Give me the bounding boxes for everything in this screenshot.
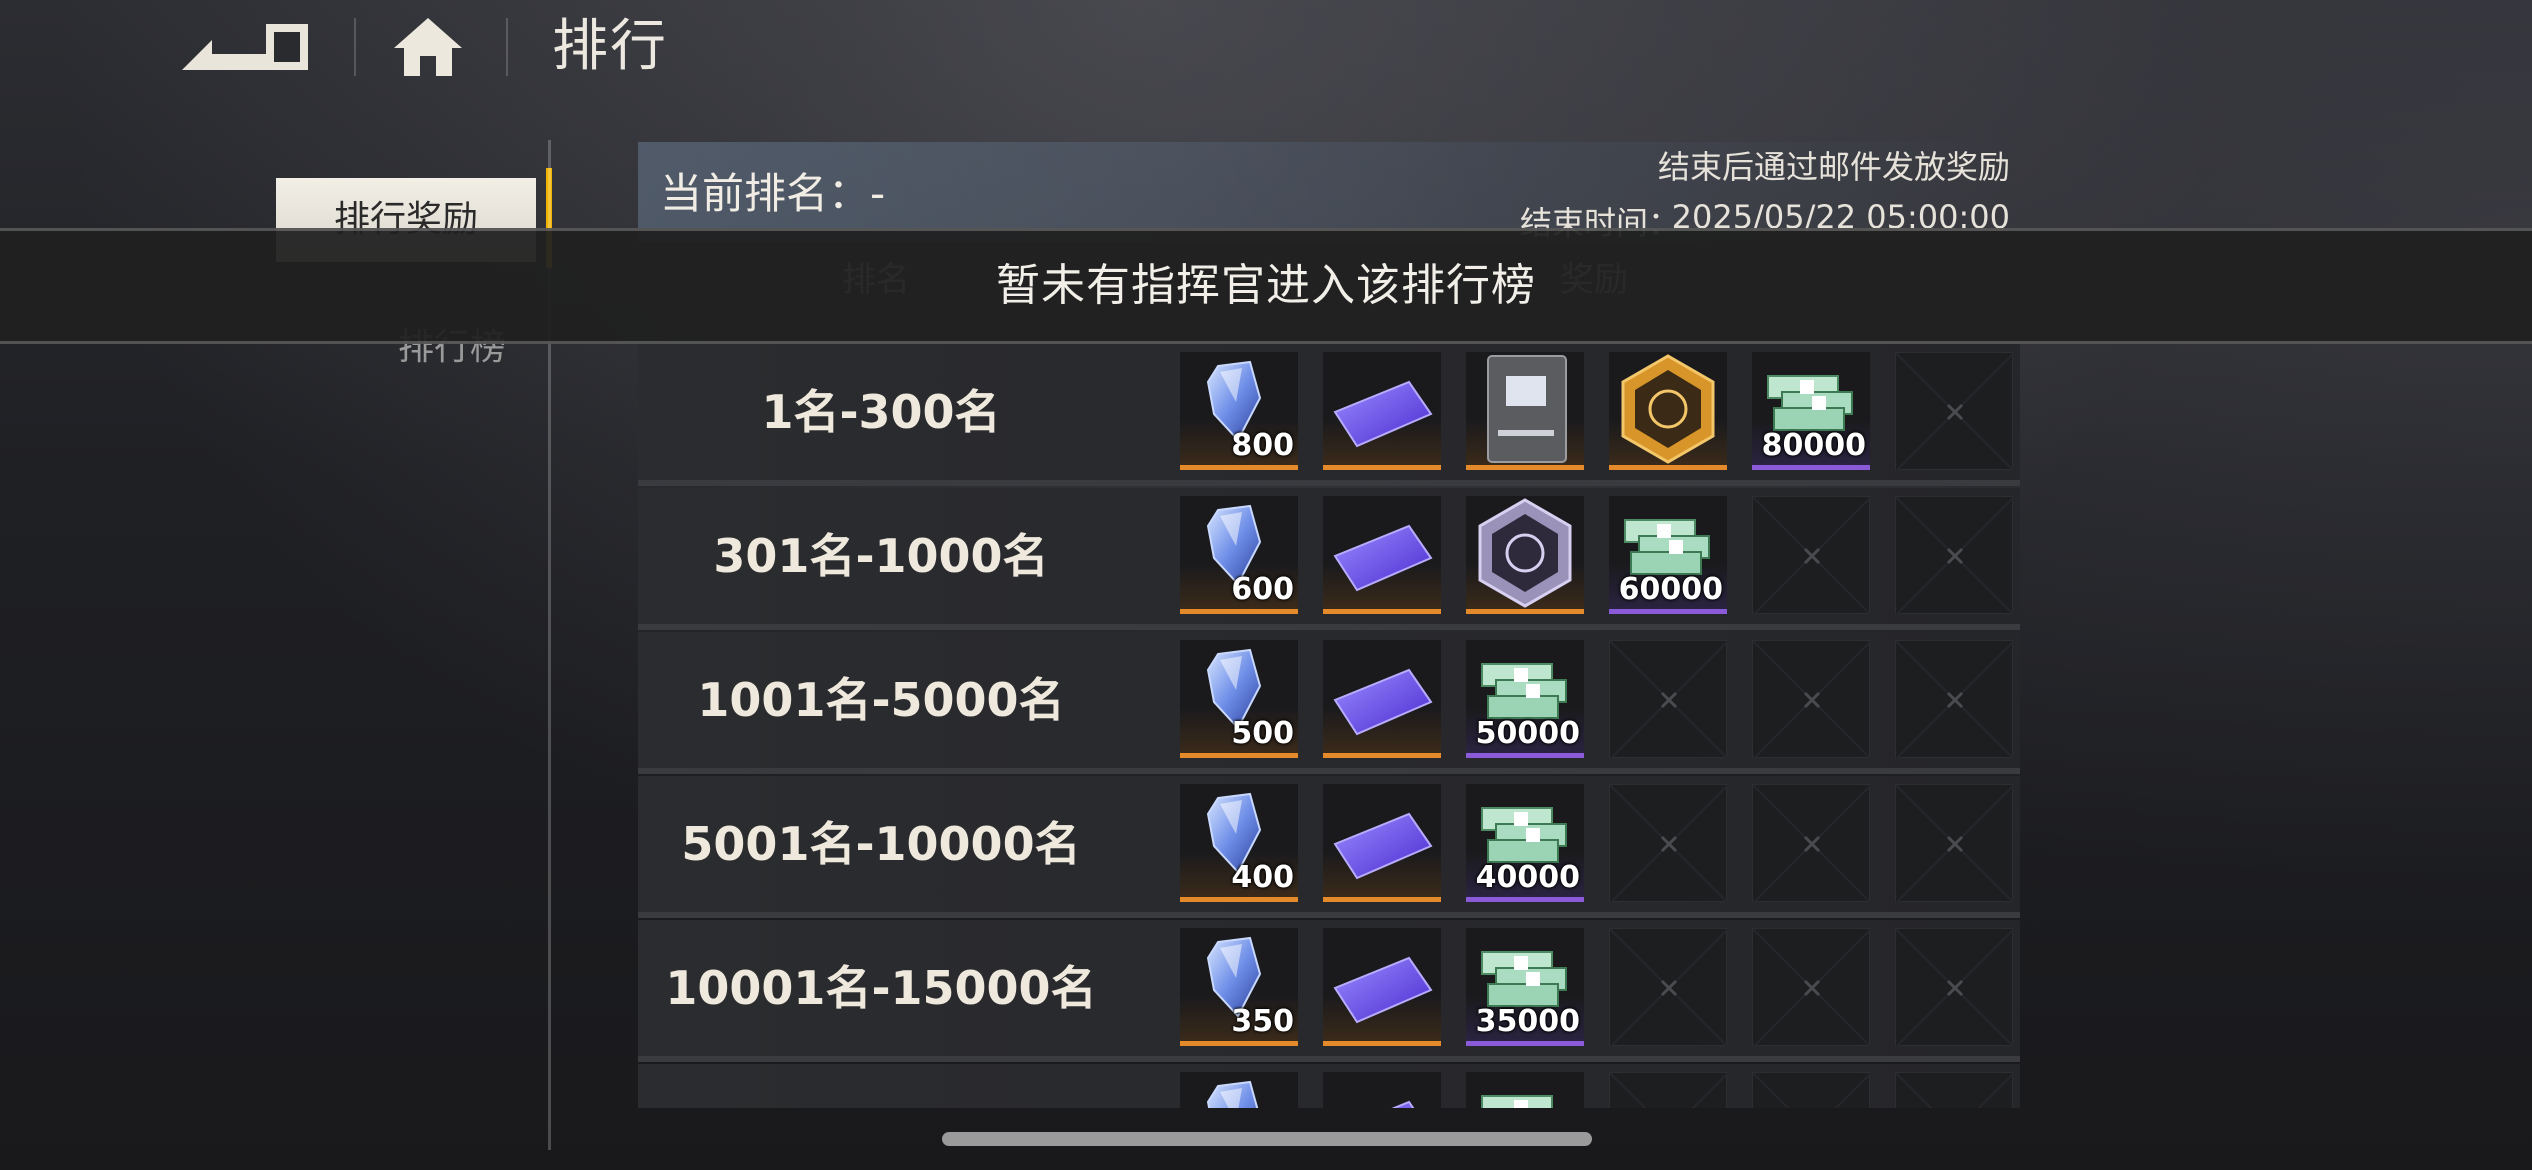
empty-reward-slot [1895, 928, 2014, 1047]
reward-item[interactable]: 50000 [1466, 640, 1584, 758]
reward-item[interactable]: 40000 [1466, 784, 1584, 902]
reward-row: 5001名-10000名 400 40000 [638, 776, 2020, 918]
reward-quantity: 800 [1231, 428, 1294, 463]
empty-reward-slot [1895, 496, 2014, 615]
topbar-divider [354, 18, 356, 76]
reward-item[interactable] [1466, 1072, 1584, 1108]
reward-item[interactable] [1466, 352, 1584, 470]
rank-range-label: 15000名-前30% [638, 1064, 1124, 1108]
reward-row: 15000名-前30% [638, 1064, 2020, 1108]
rank-range-label: 1001名-5000名 [697, 673, 1065, 727]
reward-quantity: 500 [1231, 716, 1294, 751]
page-title: 排行 [552, 14, 668, 79]
rank-range-label: 10001名-15000名 [665, 961, 1097, 1015]
empty-reward-slot [1752, 784, 1871, 903]
empty-reward-slot [1752, 640, 1871, 759]
reward-item[interactable]: 80000 [1752, 352, 1870, 470]
topbar-divider [506, 18, 508, 76]
empty-reward-slot [1895, 352, 2014, 471]
reward-item[interactable] [1323, 784, 1441, 902]
empty-reward-slot [1609, 1072, 1728, 1108]
empty-reward-slot [1895, 1072, 2014, 1108]
reward-row: 1001名-5000名 500 50000 [638, 632, 2020, 774]
reward-item[interactable] [1323, 928, 1441, 1046]
empty-reward-slot [1752, 1072, 1871, 1108]
reward-table[interactable]: 1名-300名 800 80000 301名-1000名 600 60000 1001名-5… [638, 344, 2020, 1108]
reward-item[interactable] [1323, 352, 1441, 470]
top-bar: 排行 [0, 0, 2532, 96]
reward-quantity: 400 [1231, 860, 1294, 895]
rank-range-label: 5001名-10000名 [681, 817, 1081, 871]
empty-reward-slot [1609, 784, 1728, 903]
reward-note: 结束后通过邮件发放奖励 [1657, 148, 2010, 186]
reward-row: 1名-300名 800 80000 [638, 344, 2020, 486]
home-icon [394, 18, 462, 76]
reward-item[interactable] [1323, 496, 1441, 614]
reward-item[interactable]: 35000 [1466, 928, 1584, 1046]
current-rank: 当前排名：- [660, 169, 886, 218]
reward-item[interactable] [1466, 496, 1584, 614]
reward-quantity: 350 [1231, 1004, 1294, 1039]
reward-quantity: 600 [1231, 572, 1294, 607]
reward-item[interactable]: 400 [1180, 784, 1298, 902]
empty-reward-slot [1609, 928, 1728, 1047]
reward-row: 10001名-15000名 350 35000 [638, 920, 2020, 1062]
reward-item[interactable]: 350 [1180, 928, 1298, 1046]
empty-reward-slot [1895, 784, 2014, 903]
empty-reward-slot [1752, 928, 1871, 1047]
toast-banner: 暂未有指挥官进入该排行榜 [0, 228, 2532, 344]
reward-row: 301名-1000名 600 60000 [638, 488, 2020, 630]
rank-range-label: 1名-300名 [761, 385, 1001, 439]
back-button[interactable] [178, 18, 312, 76]
toast-message: 暂未有指挥官进入该排行榜 [996, 260, 1536, 311]
reward-item[interactable] [1609, 352, 1727, 470]
home-indicator[interactable] [942, 1132, 1592, 1146]
reward-quantity: 40000 [1475, 860, 1580, 895]
home-button[interactable] [390, 14, 466, 80]
reward-item[interactable] [1180, 1072, 1298, 1108]
empty-reward-slot [1752, 496, 1871, 615]
empty-reward-slot [1895, 640, 2014, 759]
reward-quantity: 80000 [1761, 428, 1866, 463]
reward-item[interactable]: 500 [1180, 640, 1298, 758]
reward-item[interactable]: 60000 [1609, 496, 1727, 614]
reward-quantity: 50000 [1475, 716, 1580, 751]
reward-item[interactable]: 800 [1180, 352, 1298, 470]
reward-quantity: 60000 [1618, 572, 1723, 607]
reward-quantity: 35000 [1475, 1004, 1580, 1039]
reward-item[interactable]: 600 [1180, 496, 1298, 614]
rank-range-label: 301名-1000名 [713, 529, 1049, 583]
reward-item[interactable] [1323, 640, 1441, 758]
reward-item[interactable] [1323, 1072, 1441, 1108]
back-arrow-icon [182, 24, 308, 70]
empty-reward-slot [1609, 640, 1728, 759]
